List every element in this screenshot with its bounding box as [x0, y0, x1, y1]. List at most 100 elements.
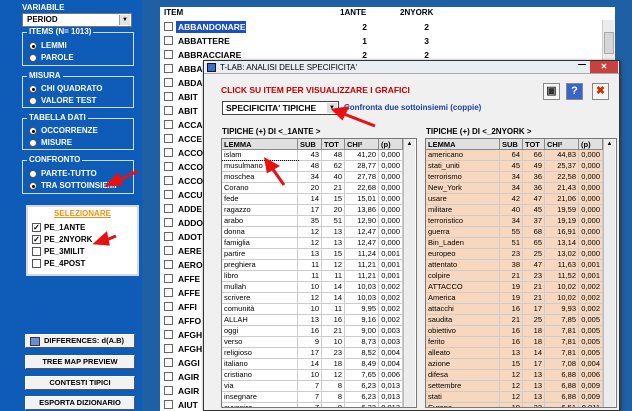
row-checkbox[interactable] — [164, 22, 173, 31]
col-header[interactable]: TOT — [322, 139, 345, 150]
row-checkbox[interactable] — [164, 148, 173, 157]
save-icon[interactable]: ▣ — [543, 83, 560, 100]
radio-misure[interactable]: MISURE — [29, 137, 72, 148]
col-1ante: 1ANTE — [340, 7, 380, 19]
p-cell: 0,001 — [379, 271, 403, 282]
checkbox-pe-1ante[interactable]: ✓ PE_1ANTE — [32, 222, 85, 233]
row-checkbox[interactable] — [164, 204, 173, 213]
row-checkbox[interactable] — [164, 106, 173, 115]
close-button[interactable]: ✕ — [590, 61, 618, 73]
sub-cell: 34 — [500, 183, 523, 194]
row-checkbox[interactable] — [164, 316, 173, 325]
radio-parole[interactable]: PAROLE — [29, 52, 74, 63]
row-checkbox[interactable] — [164, 372, 173, 381]
scroll-up-icon[interactable]: ▲ — [605, 141, 614, 150]
tipiche-select[interactable]: SPECIFICITA' TIPICHE ▼ — [222, 101, 339, 115]
esporta-dizionario-button[interactable]: ESPORTA DIZIONARIO — [25, 396, 135, 410]
tot-cell: 21 — [322, 326, 345, 337]
col-header[interactable]: TOT — [523, 139, 545, 150]
p-cell: 0,009 — [579, 381, 603, 392]
row-checkbox[interactable] — [164, 36, 173, 45]
p-cell: 0,002 — [379, 282, 403, 293]
col-header[interactable]: LEMMA — [222, 139, 298, 150]
scroll-up-icon[interactable]: ▲ — [405, 141, 414, 150]
tot-cell: 62 — [322, 161, 345, 172]
minimize-icon[interactable] — [578, 64, 586, 65]
checkbox-pe-2nyork[interactable]: ✓ PE_2NYORK — [32, 234, 92, 245]
selezionare-box: SELEZIONARE ✓ PE_1ANTE ✓ PE_2NYORK PE_3MIL… — [26, 205, 139, 276]
lemma-cell: europeo — [426, 249, 500, 260]
checkbox-pe-3milit[interactable]: PE_3MILIT — [32, 246, 84, 257]
delete-icon[interactable]: ✖ — [592, 83, 609, 100]
tree-map-preview-button[interactable]: TREE MAP PREVIEW — [25, 355, 135, 369]
row-checkbox[interactable] — [164, 64, 173, 73]
checkbox-empty — [32, 247, 41, 256]
chi2-cell: 6,23 — [345, 403, 379, 407]
row-checkbox[interactable] — [164, 246, 173, 255]
table-scrollbar[interactable]: ▲ — [403, 139, 415, 407]
row-checkbox[interactable] — [164, 330, 173, 339]
row-checkbox[interactable] — [164, 400, 173, 409]
specificita-window: T-LAB: ANALISI DELLE SPECIFICITA' ✕ CLIC… — [203, 60, 620, 411]
col-header[interactable]: SUB — [298, 139, 322, 150]
row-checkbox[interactable] — [164, 176, 173, 185]
col-header[interactable]: (p) — [379, 139, 403, 150]
tot-cell: 14 — [322, 293, 345, 304]
list-item[interactable]: ABBATTERE 1 3 — [160, 35, 600, 47]
row-checkbox[interactable] — [164, 50, 173, 59]
row-checkbox[interactable] — [164, 232, 173, 241]
radio-parte-tutto[interactable]: PARTE-TUTTO — [29, 168, 97, 179]
sub-cell: 12 — [298, 293, 322, 304]
row-checkbox[interactable] — [164, 92, 173, 101]
sub-cell: 51 — [500, 238, 523, 249]
row-checkbox[interactable] — [164, 302, 173, 311]
differences-button[interactable]: DIFFERENCES: d(A.B) — [25, 334, 135, 348]
chi2-cell: 28,77 — [345, 161, 379, 172]
col-header[interactable]: CHI² — [545, 139, 579, 150]
chi2-cell: 7,81 — [545, 337, 579, 348]
row-checkbox[interactable] — [164, 162, 173, 171]
help-icon[interactable]: ? — [566, 83, 583, 100]
tot-cell: 12 — [322, 260, 345, 271]
row-checkbox[interactable] — [164, 344, 173, 353]
radio-valore-test[interactable]: VALORE TEST — [29, 95, 96, 106]
variabile-select[interactable]: PERIOD ▼ — [22, 13, 132, 27]
row-checkbox[interactable] — [164, 134, 173, 143]
lemma-cell: guerra — [426, 227, 500, 238]
row-checkbox[interactable] — [164, 260, 173, 269]
check-icon: ✓ — [32, 223, 41, 232]
left-table: LEMMA SUB TOT CHI² (p) islam 43 48 41,20 0,000 mus… — [221, 138, 417, 408]
col-item: ITEM — [164, 7, 314, 19]
radio-occorrenze[interactable]: OCCORRENZE — [29, 125, 98, 136]
scroll-thumb[interactable] — [604, 32, 614, 54]
lemma-cell: oggi — [222, 326, 298, 337]
row-checkbox[interactable] — [164, 190, 173, 199]
table-scrollbar[interactable]: ▲ — [603, 139, 615, 407]
row-checkbox[interactable] — [164, 274, 173, 283]
row-checkbox[interactable] — [164, 386, 173, 395]
compare-label: Confronta due sottoinsiemi (coppie) — [344, 103, 482, 112]
col-header[interactable]: (p) — [579, 139, 603, 150]
lemma-cell: saudita — [426, 315, 500, 326]
p-cell: 0,000 — [379, 150, 403, 161]
row-checkbox[interactable] — [164, 218, 173, 227]
p-cell: 0,002 — [579, 293, 603, 304]
col-header[interactable]: LEMMA — [426, 139, 500, 150]
p-cell: 0,013 — [379, 403, 403, 407]
col-header[interactable]: CHI² — [345, 139, 379, 150]
col-header[interactable]: SUB — [500, 139, 523, 150]
selezionare-title: SELEZIONARE — [54, 209, 111, 218]
row-checkbox[interactable] — [164, 120, 173, 129]
lemma-cell: religioso — [222, 348, 298, 359]
list-item[interactable]: ABBANDONARE 2 2 — [160, 21, 600, 33]
radio-lemmi[interactable]: LEMMI — [29, 40, 67, 51]
radio-tra-sottoinsiemi[interactable]: TRA SOTTOINSIEMI — [29, 180, 117, 191]
row-checkbox[interactable] — [164, 288, 173, 297]
contesti-tipici-button[interactable]: CONTESTI TIPICI — [25, 376, 135, 390]
chi2-cell: 10,03 — [345, 282, 379, 293]
item-name: AGIR — [178, 386, 200, 396]
radio-chi-quadrato[interactable]: CHI QUADRATO — [29, 83, 102, 94]
checkbox-pe-4post[interactable]: PE_4POST — [32, 258, 85, 269]
row-checkbox[interactable] — [164, 78, 173, 87]
row-checkbox[interactable] — [164, 358, 173, 367]
